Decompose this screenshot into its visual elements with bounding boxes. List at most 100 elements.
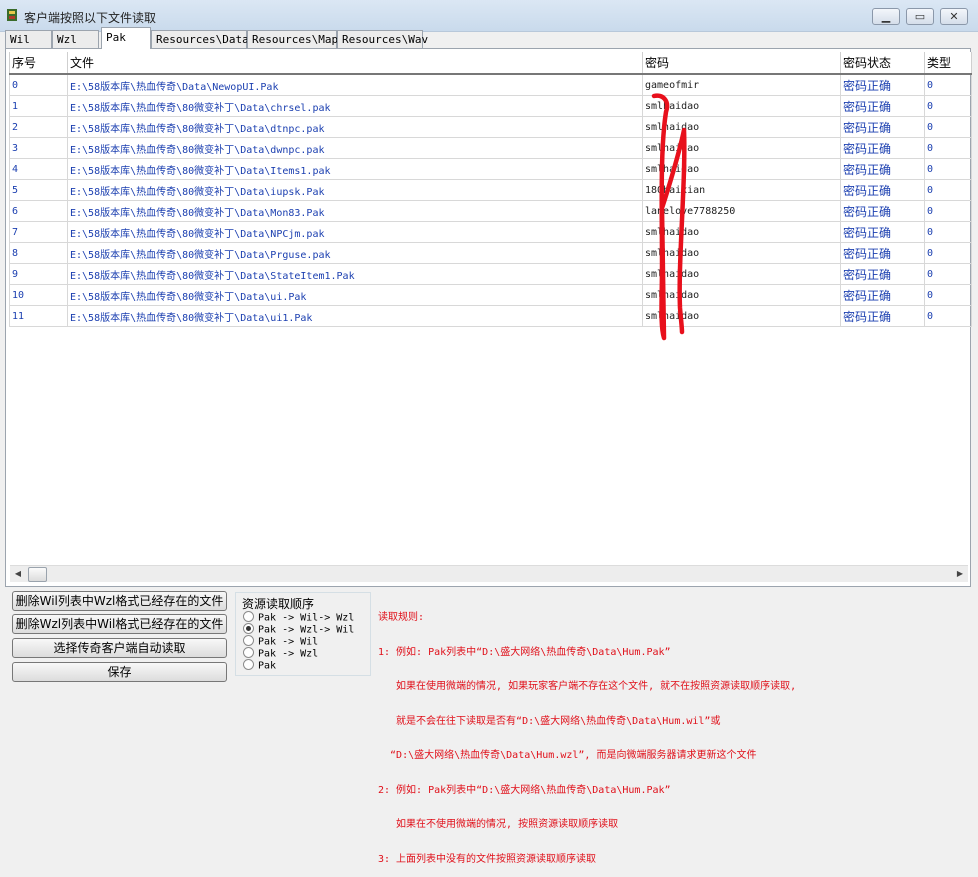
table-row[interactable]: 7 E:\58版本库\热血传奇\80微变补丁\Data\NPCjm.pak smlh… (9, 221, 972, 243)
row-file-path: E:\58版本库\热血传奇\80微变补丁\Data\iupsk.Pak (67, 179, 643, 201)
tab-resources-wav[interactable]: Resources\Wav (337, 30, 428, 48)
table-header: 序号 文件 密码 密码状态 类型 (9, 52, 972, 75)
row-index: 4 (9, 158, 68, 180)
table-row[interactable]: 4 E:\58版本库\热血传奇\80微变补丁\Data\Items1.pak sml… (9, 158, 972, 180)
row-index: 2 (9, 116, 68, 138)
row-file-path: E:\58版本库\热血传奇\80微变补丁\Data\chrsel.pak (67, 95, 643, 117)
tab-pak[interactable]: Pak (101, 27, 151, 49)
maximize-icon: ▭ (914, 10, 926, 23)
column-header-password-status[interactable]: 密码状态 (840, 52, 925, 75)
table-row[interactable]: 8 E:\58版本库\热血传奇\80微变补丁\Data\Prguse.pak sml… (9, 242, 972, 264)
order-option-pak[interactable]: Pak (243, 659, 276, 672)
table-row[interactable]: 11 E:\58版本库\热血传奇\80微变补丁\Data\ui1.Pak smlha… (9, 305, 972, 327)
tab-resources-data[interactable]: Resources\Data (151, 30, 249, 48)
row-file-path: E:\58版本库\热血传奇\80微变补丁\Data\ui1.Pak (67, 305, 643, 327)
pak-panel: 序号 文件 密码 密码状态 类型 0 E:\58版本库\热血传奇\Data\New… (5, 48, 972, 587)
row-index: 0 (9, 73, 68, 96)
row-index: 6 (9, 200, 68, 222)
minimize-icon: ▁ (881, 10, 891, 23)
row-password-status: 密码正确 (840, 305, 925, 327)
row-password-status: 密码正确 (840, 179, 925, 201)
radio-icon[interactable] (243, 635, 254, 646)
row-type: 0 (924, 200, 972, 222)
order-option-pak-wil[interactable]: Pak -> Wil (243, 635, 318, 648)
rules-line: “D:\盛大网络\热血传奇\Data\Hum.wzl”, 而是向微端服务器请求更… (378, 750, 757, 761)
horizontal-scrollbar[interactable]: ◀ ▶ (10, 565, 968, 582)
table-row[interactable]: 1 E:\58版本库\热血传奇\80微变补丁\Data\chrsel.pak sml… (9, 95, 972, 117)
row-type: 0 (924, 242, 972, 264)
radio-icon[interactable] (243, 659, 254, 670)
row-type: 0 (924, 137, 972, 159)
table-row[interactable]: 0 E:\58版本库\热血传奇\Data\NewopUI.Pak gameofmir… (9, 73, 972, 96)
order-option-pak-wzl-wil[interactable]: Pak -> Wzl-> Wil (243, 623, 354, 636)
column-header-type[interactable]: 类型 (924, 52, 972, 75)
row-password-status: 密码正确 (840, 221, 925, 243)
resource-order-title: 资源读取顺序 (242, 595, 315, 612)
save-button[interactable]: 保存 (12, 662, 227, 682)
row-file-path: E:\58版本库\热血传奇\Data\NewopUI.Pak (67, 73, 643, 96)
rules-line: 2: 例如: Pak列表中“D:\盛大网络\热血传奇\Data\Hum.Pak” (378, 784, 671, 796)
rules-line: 就是不会在往下读取是否有“D:\盛大网络\热血传奇\Data\Hum.wil”或 (378, 715, 721, 727)
rules-line: 读取规则: (378, 612, 425, 623)
column-header-index[interactable]: 序号 (9, 52, 68, 75)
radio-icon[interactable] (243, 647, 254, 658)
table-row[interactable]: 2 E:\58版本库\热血传奇\80微变补丁\Data\dtnpc.pak smlh… (9, 116, 972, 138)
table-row[interactable]: 3 E:\58版本库\热血传奇\80微变补丁\Data\dwnpc.pak smlh… (9, 137, 972, 159)
scrollbar-thumb[interactable] (28, 567, 47, 582)
close-icon: ✕ (949, 10, 959, 23)
row-file-path: E:\58版本库\热血传奇\80微变补丁\Data\Prguse.pak (67, 242, 643, 264)
row-password-status: 密码正确 (840, 200, 925, 222)
row-file-path: E:\58版本库\热血传奇\80微变补丁\Data\ui.Pak (67, 284, 643, 306)
row-index: 7 (9, 221, 68, 243)
delete-wil-duplicates-button[interactable]: 删除Wil列表中Wzl格式已经存在的文件 (12, 591, 227, 611)
app-icon (7, 9, 17, 21)
minimize-button[interactable]: ▁ (872, 8, 900, 25)
table-row[interactable]: 6 E:\58版本库\热血传奇\80微变补丁\Data\Mon83.Pak lane… (9, 200, 972, 222)
row-index: 10 (9, 284, 68, 306)
row-index: 5 (9, 179, 68, 201)
row-type: 0 (924, 158, 972, 180)
row-index: 1 (9, 95, 68, 117)
table-row[interactable]: 9 E:\58版本库\热血传奇\80微变补丁\Data\StateItem1.Pa… (9, 263, 972, 285)
row-index: 11 (9, 305, 68, 327)
window-title: 客户端按照以下文件读取 (24, 11, 157, 25)
maximize-button[interactable]: ▭ (906, 8, 934, 25)
row-password-status: 密码正确 (840, 263, 925, 285)
row-file-path: E:\58版本库\热血传奇\80微变补丁\Data\dwnpc.pak (67, 137, 643, 159)
delete-wzl-duplicates-button[interactable]: 删除Wzl列表中Wil格式已经存在的文件 (12, 614, 227, 634)
row-index: 3 (9, 137, 68, 159)
scroll-right-icon[interactable]: ▶ (952, 566, 968, 582)
tab-resources-map[interactable]: Resources\Map (247, 30, 338, 48)
tab-wzl[interactable]: Wzl (52, 30, 99, 48)
row-password-status: 密码正确 (840, 73, 925, 96)
row-type: 0 (924, 73, 972, 96)
row-index: 8 (9, 242, 68, 264)
order-option-pak-wil-wzl[interactable]: Pak -> Wil-> Wzl (243, 611, 354, 624)
row-file-path: E:\58版本库\热血传奇\80微变补丁\Data\dtnpc.pak (67, 116, 643, 138)
column-header-password[interactable]: 密码 (642, 52, 841, 75)
rules-line: 1: 例如: Pak列表中“D:\盛大网络\热血传奇\Data\Hum.Pak” (378, 646, 671, 658)
row-index: 9 (9, 263, 68, 285)
table-row[interactable]: 10 E:\58版本库\热血传奇\80微变补丁\Data\ui.Pak smlhai… (9, 284, 972, 306)
row-type: 0 (924, 263, 972, 285)
row-file-path: E:\58版本库\热血传奇\80微变补丁\Data\Items1.pak (67, 158, 643, 180)
row-password-status: 密码正确 (840, 137, 925, 159)
tab-wil[interactable]: Wil (5, 30, 52, 48)
pak-file-table[interactable]: 序号 文件 密码 密码状态 类型 0 E:\58版本库\热血传奇\Data\New… (9, 52, 972, 327)
row-password-status: 密码正确 (840, 284, 925, 306)
column-header-file[interactable]: 文件 (67, 52, 643, 75)
row-password-status: 密码正确 (840, 95, 925, 117)
row-password-status: 密码正确 (840, 116, 925, 138)
row-password-status: 密码正确 (840, 158, 925, 180)
row-file-path: E:\58版本库\热血传奇\80微变补丁\Data\NPCjm.pak (67, 221, 643, 243)
order-option-pak-wzl[interactable]: Pak -> Wzl (243, 647, 318, 660)
close-button[interactable]: ✕ (940, 8, 968, 25)
row-file-path: E:\58版本库\热血传奇\80微变补丁\Data\Mon83.Pak (67, 200, 643, 222)
row-type: 0 (924, 95, 972, 117)
table-row[interactable]: 5 E:\58版本库\热血传奇\80微变补丁\Data\iupsk.Pak 180h… (9, 179, 972, 201)
select-client-button[interactable]: 选择传奇客户端自动读取 (12, 638, 227, 658)
red-annotation-mark (651, 93, 687, 341)
radio-selected-icon[interactable] (243, 623, 254, 634)
radio-icon[interactable] (243, 611, 254, 622)
scroll-left-icon[interactable]: ◀ (10, 566, 26, 582)
